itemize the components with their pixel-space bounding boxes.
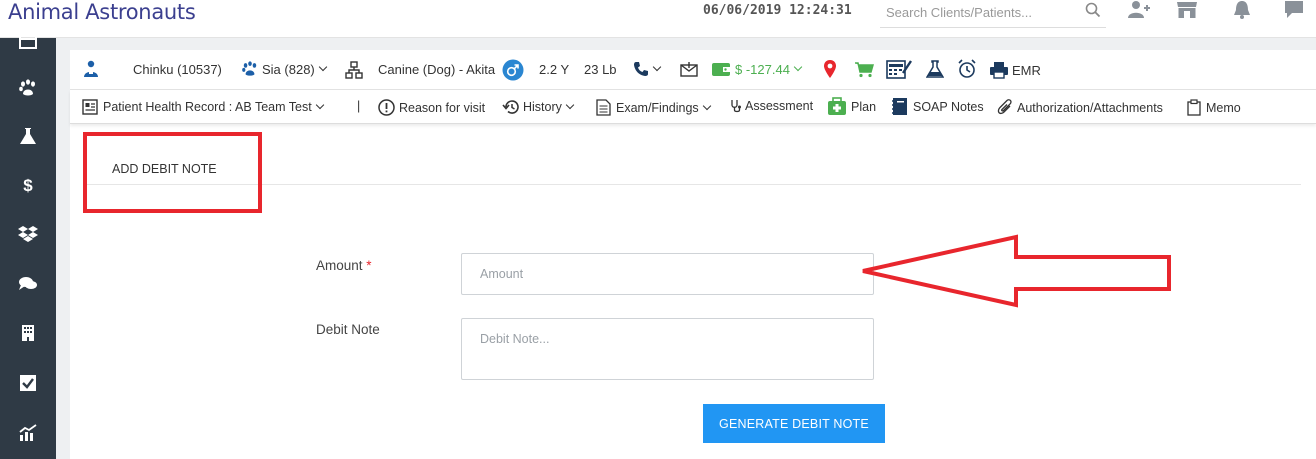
chevron-down-icon — [793, 62, 803, 72]
chart-icon[interactable] — [0, 418, 56, 448]
paw-icon[interactable] — [0, 73, 56, 103]
document-icon — [596, 99, 611, 116]
calendar-icon[interactable] — [0, 26, 56, 56]
current-datetime: 06/06/2019 12:24:31 — [703, 3, 852, 18]
nav-exam-label: Exam/Findings — [616, 100, 699, 115]
lab-flask-icon[interactable] — [926, 60, 944, 78]
history-icon — [502, 100, 519, 114]
comments-icon[interactable] — [0, 269, 56, 299]
nav-assessment-label: Assessment — [745, 99, 814, 113]
flask-icon[interactable] — [0, 121, 56, 151]
chevron-down-icon — [652, 62, 662, 72]
chat-icon[interactable] — [1284, 0, 1304, 20]
nav-exam-findings[interactable]: Exam/Findings — [596, 99, 711, 116]
search-box — [880, 0, 1106, 28]
clipboard-icon — [1187, 99, 1201, 116]
amount-label-text: Amount — [316, 258, 363, 273]
patient-bar: Chinku (10537) Sia (828) Canine (Dog) - … — [70, 50, 1316, 90]
dropbox-icon[interactable] — [0, 219, 56, 249]
cart-icon[interactable] — [854, 62, 874, 78]
chevron-down-icon — [318, 62, 327, 72]
patient-profile-icon[interactable] — [83, 60, 99, 78]
nav-reason-for-visit[interactable]: Reason for visit — [378, 99, 485, 116]
record-icon — [82, 99, 98, 115]
notebook-icon — [892, 98, 907, 115]
nav-plan-label: Plan — [851, 99, 877, 114]
nav-authorization-attachments[interactable]: Authorization/Attachments — [997, 99, 1163, 116]
alarm-clock-icon[interactable] — [957, 59, 977, 79]
patient-weight: 23 Lb — [584, 62, 617, 77]
wallet-icon — [712, 63, 730, 76]
annotation-highlight-box — [83, 132, 262, 213]
required-marker: * — [366, 258, 372, 273]
add-user-icon[interactable] — [1127, 0, 1151, 20]
building-icon[interactable] — [0, 318, 56, 348]
phone-icon — [634, 62, 648, 76]
email-icon[interactable] — [680, 61, 698, 77]
hierarchy-icon[interactable] — [345, 61, 363, 79]
app-title[interactable]: Animal Astronauts — [8, 0, 196, 24]
nav-memo-label: Memo — [1206, 100, 1241, 115]
generate-debit-note-button[interactable]: GENERATE DEBIT NOTE — [703, 404, 885, 443]
store-icon[interactable] — [1176, 0, 1198, 20]
checkbox-icon[interactable] — [0, 368, 56, 398]
print-emr-button[interactable]: EMR — [989, 61, 1041, 79]
patient-name: Sia (828) — [262, 61, 315, 77]
chevron-down-icon — [702, 101, 711, 110]
balance-menu[interactable]: $ -127.44 — [711, 61, 803, 77]
amount-input[interactable] — [461, 253, 874, 295]
exclamation-circle-icon — [378, 99, 395, 116]
nav-auth-label: Authorization/Attachments — [1017, 100, 1163, 115]
bell-icon[interactable] — [1232, 0, 1252, 20]
chevron-down-icon — [565, 100, 575, 110]
nav-assessment[interactable]: Assessment — [730, 99, 813, 113]
debit-note-label: Debit Note — [316, 322, 380, 337]
account-balance: $ -127.44 — [735, 61, 790, 77]
nav-soap-notes[interactable]: SOAP Notes — [891, 97, 984, 116]
amount-label: Amount * — [316, 258, 372, 273]
nav-patient-health-record[interactable]: Patient Health Record : AB Team Test — [82, 99, 324, 115]
stethoscope-icon — [731, 100, 741, 113]
paperclip-icon — [997, 99, 1012, 115]
paw-icon — [242, 61, 257, 76]
left-sidebar: $ — [0, 33, 56, 459]
record-nav-bar: Patient Health Record : AB Team Test | R… — [70, 90, 1316, 124]
location-pin-icon[interactable] — [823, 59, 837, 79]
top-bar: Animal Astronauts 06/06/2019 12:24:31 — [0, 0, 1316, 38]
search-input[interactable] — [886, 2, 1086, 22]
nav-history[interactable]: History — [502, 99, 575, 115]
chevron-down-icon — [315, 100, 324, 110]
male-icon — [502, 59, 524, 81]
client-name[interactable]: Chinku (10537) — [133, 62, 222, 77]
patient-selector[interactable]: Sia (828) — [241, 61, 327, 77]
nav-history-label: History — [523, 100, 562, 114]
phone-menu[interactable] — [633, 61, 662, 77]
printer-icon — [990, 62, 1008, 79]
nav-record-label: Patient Health Record : AB Team Test — [103, 100, 312, 114]
nav-separator: | — [357, 99, 361, 113]
patient-age: 2.2 Y — [539, 62, 570, 77]
title-divider — [84, 184, 1301, 185]
emr-label: EMR — [1012, 62, 1041, 78]
search-icon[interactable] — [1084, 1, 1102, 19]
nav-reason-label: Reason for visit — [399, 100, 486, 115]
nav-memo[interactable]: Memo — [1187, 99, 1241, 116]
calculator-icon[interactable] — [886, 59, 912, 79]
nav-plan[interactable]: Plan — [827, 97, 876, 116]
nav-soap-label: SOAP Notes — [913, 99, 984, 114]
medical-kit-icon — [828, 97, 846, 115]
species-breed: Canine (Dog) - Akita — [378, 62, 496, 77]
main-panel: Chinku (10537) Sia (828) Canine (Dog) - … — [70, 50, 1316, 459]
debit-note-textarea[interactable] — [461, 318, 874, 380]
dollar-icon[interactable]: $ — [0, 171, 56, 201]
